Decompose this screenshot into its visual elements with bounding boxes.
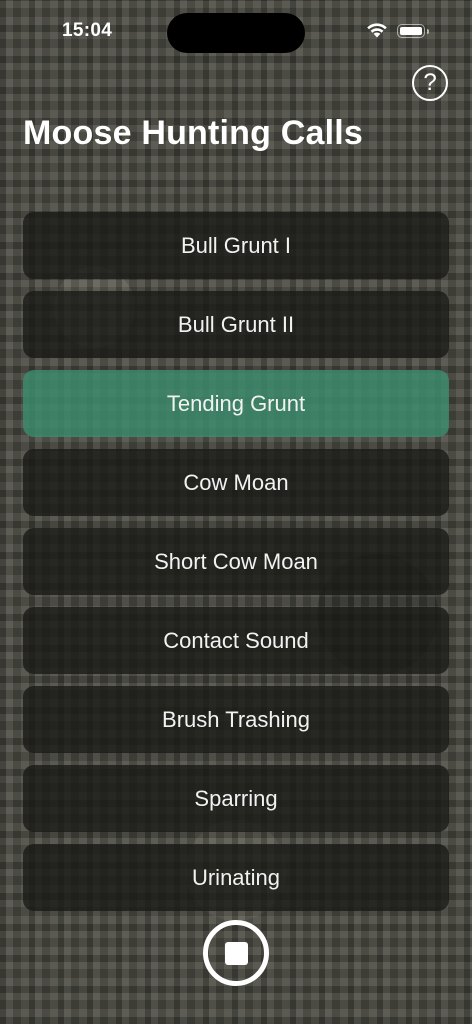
call-label: Sparring [194,785,278,811]
call-label: Bull Grunt II [177,311,295,337]
dynamic-island [167,13,305,53]
status-time: 15:04 [62,20,113,41]
call-button-bull-grunt-i[interactable]: Bull Grunt I [23,212,449,279]
call-list: Bull Grunt I Bull Grunt II Tending Grunt… [23,212,449,923]
call-label: Contact Sound [163,627,309,653]
call-button-cow-moan[interactable]: Cow Moan [23,449,449,516]
call-button-bull-grunt-ii[interactable]: Bull Grunt II [23,291,449,358]
call-button-brush-trashing[interactable]: Brush Trashing [23,686,449,753]
stop-icon [224,941,248,965]
battery-icon [397,24,425,38]
call-label: Short Cow Moan [154,548,318,574]
battery-tip [427,29,429,34]
question-circle-icon[interactable]: ? [412,65,448,101]
call-button-contact-sound[interactable]: Contact Sound [23,607,449,674]
page-title: Moose Hunting Calls [23,114,364,152]
call-label: Urinating [191,864,281,890]
help-label: ? [423,69,437,96]
call-button-urinating[interactable]: Urinating [23,844,449,911]
call-label: Brush Trashing [162,706,310,732]
call-button-tending-grunt[interactable]: Tending Grunt [23,370,449,437]
stop-button[interactable] [203,920,269,986]
wifi-icon [367,23,387,38]
battery-level [400,27,422,35]
call-button-sparring[interactable]: Sparring [23,765,449,832]
call-label: Cow Moan [183,469,289,495]
call-label: Tending Grunt [166,390,306,416]
status-bar: 15:04 [0,0,472,60]
call-button-short-cow-moan[interactable]: Short Cow Moan [23,528,449,595]
call-label: Bull Grunt I [180,232,292,258]
